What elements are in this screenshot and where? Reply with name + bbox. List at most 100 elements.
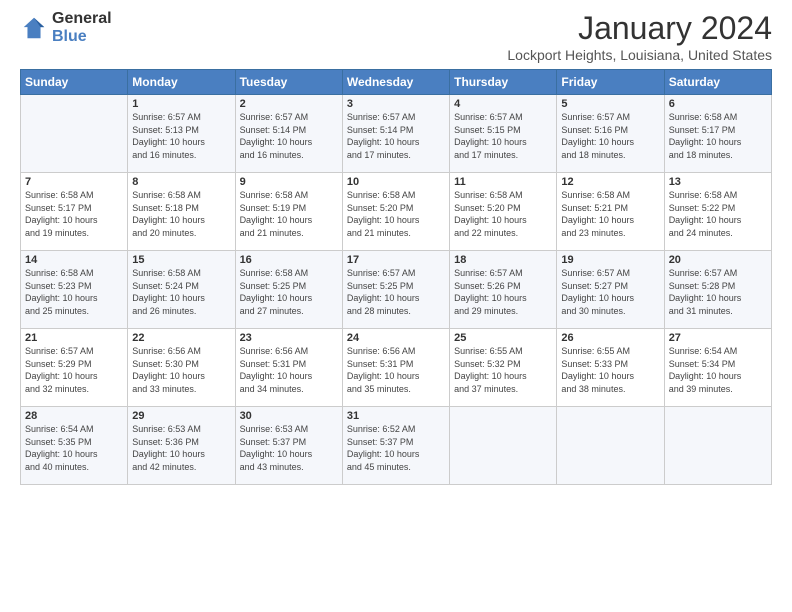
day-number: 11 [454, 176, 552, 188]
day-info: Sunrise: 6:57 AMSunset: 5:14 PMDaylight:… [347, 111, 445, 161]
calendar-cell: 11Sunrise: 6:58 AMSunset: 5:20 PMDayligh… [450, 173, 557, 251]
calendar-cell: 19Sunrise: 6:57 AMSunset: 5:27 PMDayligh… [557, 251, 664, 329]
calendar-cell: 23Sunrise: 6:56 AMSunset: 5:31 PMDayligh… [235, 329, 342, 407]
calendar-row-3: 14Sunrise: 6:58 AMSunset: 5:23 PMDayligh… [21, 251, 772, 329]
title-block: January 2024 Lockport Heights, Louisiana… [507, 10, 772, 63]
day-info: Sunrise: 6:57 AMSunset: 5:26 PMDaylight:… [454, 267, 552, 317]
day-number: 21 [25, 332, 123, 344]
calendar-cell: 22Sunrise: 6:56 AMSunset: 5:30 PMDayligh… [128, 329, 235, 407]
day-number: 9 [240, 176, 338, 188]
calendar-cell [664, 407, 771, 485]
day-number: 5 [561, 98, 659, 110]
calendar-cell [450, 407, 557, 485]
day-info: Sunrise: 6:58 AMSunset: 5:22 PMDaylight:… [669, 189, 767, 239]
day-info: Sunrise: 6:58 AMSunset: 5:24 PMDaylight:… [132, 267, 230, 317]
day-info: Sunrise: 6:56 AMSunset: 5:31 PMDaylight:… [240, 345, 338, 395]
calendar-cell: 26Sunrise: 6:55 AMSunset: 5:33 PMDayligh… [557, 329, 664, 407]
day-info: Sunrise: 6:57 AMSunset: 5:16 PMDaylight:… [561, 111, 659, 161]
month-title: January 2024 [507, 10, 772, 47]
calendar-cell: 8Sunrise: 6:58 AMSunset: 5:18 PMDaylight… [128, 173, 235, 251]
day-info: Sunrise: 6:57 AMSunset: 5:15 PMDaylight:… [454, 111, 552, 161]
day-info: Sunrise: 6:58 AMSunset: 5:25 PMDaylight:… [240, 267, 338, 317]
header: General Blue January 2024 Lockport Heigh… [20, 10, 772, 63]
day-info: Sunrise: 6:57 AMSunset: 5:25 PMDaylight:… [347, 267, 445, 317]
day-number: 19 [561, 254, 659, 266]
calendar-row-5: 28Sunrise: 6:54 AMSunset: 5:35 PMDayligh… [21, 407, 772, 485]
calendar-cell: 21Sunrise: 6:57 AMSunset: 5:29 PMDayligh… [21, 329, 128, 407]
calendar-cell: 27Sunrise: 6:54 AMSunset: 5:34 PMDayligh… [664, 329, 771, 407]
col-sunday: Sunday [21, 70, 128, 95]
calendar-cell: 30Sunrise: 6:53 AMSunset: 5:37 PMDayligh… [235, 407, 342, 485]
col-tuesday: Tuesday [235, 70, 342, 95]
day-info: Sunrise: 6:56 AMSunset: 5:31 PMDaylight:… [347, 345, 445, 395]
calendar-cell: 15Sunrise: 6:58 AMSunset: 5:24 PMDayligh… [128, 251, 235, 329]
calendar-cell: 28Sunrise: 6:54 AMSunset: 5:35 PMDayligh… [21, 407, 128, 485]
calendar-row-1: 1Sunrise: 6:57 AMSunset: 5:13 PMDaylight… [21, 95, 772, 173]
col-monday: Monday [128, 70, 235, 95]
page-container: General Blue January 2024 Lockport Heigh… [0, 0, 792, 495]
calendar-cell: 4Sunrise: 6:57 AMSunset: 5:15 PMDaylight… [450, 95, 557, 173]
day-info: Sunrise: 6:57 AMSunset: 5:13 PMDaylight:… [132, 111, 230, 161]
day-number: 29 [132, 410, 230, 422]
calendar-cell: 10Sunrise: 6:58 AMSunset: 5:20 PMDayligh… [342, 173, 449, 251]
calendar-cell: 20Sunrise: 6:57 AMSunset: 5:28 PMDayligh… [664, 251, 771, 329]
day-info: Sunrise: 6:58 AMSunset: 5:19 PMDaylight:… [240, 189, 338, 239]
day-number: 10 [347, 176, 445, 188]
calendar-cell: 29Sunrise: 6:53 AMSunset: 5:36 PMDayligh… [128, 407, 235, 485]
day-number: 20 [669, 254, 767, 266]
calendar-row-2: 7Sunrise: 6:58 AMSunset: 5:17 PMDaylight… [21, 173, 772, 251]
day-number: 8 [132, 176, 230, 188]
day-info: Sunrise: 6:58 AMSunset: 5:20 PMDaylight:… [347, 189, 445, 239]
day-number: 4 [454, 98, 552, 110]
logo-blue-label: Blue [52, 28, 112, 46]
day-number: 7 [25, 176, 123, 188]
calendar-row-4: 21Sunrise: 6:57 AMSunset: 5:29 PMDayligh… [21, 329, 772, 407]
day-info: Sunrise: 6:53 AMSunset: 5:37 PMDaylight:… [240, 423, 338, 473]
day-info: Sunrise: 6:57 AMSunset: 5:14 PMDaylight:… [240, 111, 338, 161]
day-info: Sunrise: 6:57 AMSunset: 5:27 PMDaylight:… [561, 267, 659, 317]
calendar-cell: 13Sunrise: 6:58 AMSunset: 5:22 PMDayligh… [664, 173, 771, 251]
calendar-cell [21, 95, 128, 173]
calendar-cell: 5Sunrise: 6:57 AMSunset: 5:16 PMDaylight… [557, 95, 664, 173]
day-number: 12 [561, 176, 659, 188]
day-number: 31 [347, 410, 445, 422]
calendar-cell: 7Sunrise: 6:58 AMSunset: 5:17 PMDaylight… [21, 173, 128, 251]
day-info: Sunrise: 6:55 AMSunset: 5:32 PMDaylight:… [454, 345, 552, 395]
day-number: 25 [454, 332, 552, 344]
calendar-cell: 24Sunrise: 6:56 AMSunset: 5:31 PMDayligh… [342, 329, 449, 407]
day-number: 15 [132, 254, 230, 266]
calendar-cell: 18Sunrise: 6:57 AMSunset: 5:26 PMDayligh… [450, 251, 557, 329]
col-wednesday: Wednesday [342, 70, 449, 95]
col-thursday: Thursday [450, 70, 557, 95]
day-number: 6 [669, 98, 767, 110]
day-info: Sunrise: 6:54 AMSunset: 5:35 PMDaylight:… [25, 423, 123, 473]
logo-general-label: General [52, 10, 112, 28]
day-info: Sunrise: 6:58 AMSunset: 5:18 PMDaylight:… [132, 189, 230, 239]
calendar-cell: 16Sunrise: 6:58 AMSunset: 5:25 PMDayligh… [235, 251, 342, 329]
day-info: Sunrise: 6:58 AMSunset: 5:21 PMDaylight:… [561, 189, 659, 239]
day-number: 30 [240, 410, 338, 422]
day-number: 27 [669, 332, 767, 344]
day-info: Sunrise: 6:55 AMSunset: 5:33 PMDaylight:… [561, 345, 659, 395]
logo-icon [20, 14, 48, 42]
day-info: Sunrise: 6:57 AMSunset: 5:28 PMDaylight:… [669, 267, 767, 317]
day-number: 26 [561, 332, 659, 344]
calendar-header: Sunday Monday Tuesday Wednesday Thursday… [21, 70, 772, 95]
day-number: 3 [347, 98, 445, 110]
calendar-cell: 3Sunrise: 6:57 AMSunset: 5:14 PMDaylight… [342, 95, 449, 173]
day-number: 16 [240, 254, 338, 266]
calendar-cell [557, 407, 664, 485]
day-info: Sunrise: 6:53 AMSunset: 5:36 PMDaylight:… [132, 423, 230, 473]
header-row: Sunday Monday Tuesday Wednesday Thursday… [21, 70, 772, 95]
day-number: 2 [240, 98, 338, 110]
day-number: 22 [132, 332, 230, 344]
location: Lockport Heights, Louisiana, United Stat… [507, 47, 772, 63]
day-info: Sunrise: 6:58 AMSunset: 5:20 PMDaylight:… [454, 189, 552, 239]
logo: General Blue [20, 10, 112, 45]
col-friday: Friday [557, 70, 664, 95]
day-info: Sunrise: 6:54 AMSunset: 5:34 PMDaylight:… [669, 345, 767, 395]
calendar-cell: 31Sunrise: 6:52 AMSunset: 5:37 PMDayligh… [342, 407, 449, 485]
day-number: 24 [347, 332, 445, 344]
calendar-cell: 17Sunrise: 6:57 AMSunset: 5:25 PMDayligh… [342, 251, 449, 329]
day-number: 28 [25, 410, 123, 422]
